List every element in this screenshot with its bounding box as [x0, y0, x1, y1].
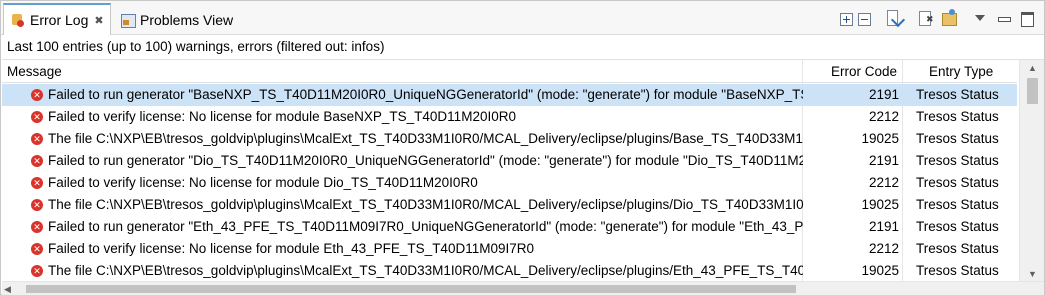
entry-type-cell: Tresos Status	[916, 241, 999, 256]
table-row[interactable]: ✕ Failed to verify license: No license f…	[2, 106, 1017, 128]
view-menu-icon[interactable]	[972, 9, 990, 27]
message-cell: Failed to run generator "BaseNXP_TS_T40D…	[48, 87, 803, 102]
filter-status-text: Last 100 entries (up to 100) warnings, e…	[7, 39, 385, 54]
error-code-cell: 19025	[861, 197, 899, 212]
table-row[interactable]: ✕ Failed to run generator "Eth_43_PFE_TS…	[2, 216, 1017, 238]
message-cell: The file C:\NXP\EB\tresos_goldvip\plugin…	[48, 131, 803, 146]
close-tab-icon[interactable]: ✖	[94, 14, 103, 27]
entry-type-cell: Tresos Status	[916, 131, 999, 146]
error-code-cell: 19025	[861, 263, 899, 278]
entry-type-cell: Tresos Status	[916, 219, 999, 234]
scroll-up-arrow-icon[interactable]: ▲	[1020, 60, 1044, 76]
vertical-scroll-thumb[interactable]	[1027, 78, 1038, 104]
error-code-cell: 2191	[868, 219, 899, 234]
log-table: Message Error Code Entry Type ✕ Failed t…	[2, 59, 1044, 295]
open-log-icon[interactable]	[940, 9, 958, 27]
tab-error-log[interactable]: Error Log ✖	[3, 3, 111, 35]
column-header-message[interactable]: Message	[7, 60, 62, 83]
message-cell: Failed to run generator "Eth_43_PFE_TS_T…	[48, 219, 803, 234]
scroll-left-arrow-icon[interactable]: ◀	[4, 282, 11, 295]
problems-view-icon	[120, 12, 136, 28]
message-cell: Failed to verify license: No license for…	[48, 109, 516, 124]
entry-type-cell: Tresos Status	[916, 109, 999, 124]
view-tab-bar: Error Log ✖ Problems View	[1, 1, 1044, 35]
collapse-all-icon[interactable]	[858, 12, 871, 26]
error-code-cell: 2212	[868, 175, 899, 190]
error-code-cell: 2191	[868, 153, 899, 168]
table-row[interactable]: ✕ Failed to verify license: No license f…	[2, 238, 1017, 260]
vertical-scrollbar[interactable]: ▲ ▼	[1019, 60, 1044, 282]
column-header-error-code[interactable]: Error Code	[804, 60, 901, 83]
message-cell: The file C:\NXP\EB\tresos_goldvip\plugin…	[48, 263, 803, 278]
table-row[interactable]: ✕ The file C:\NXP\EB\tresos_goldvip\plug…	[2, 194, 1017, 216]
tab-problems-view-label: Problems View	[140, 11, 234, 28]
maximize-icon[interactable]	[1018, 9, 1036, 27]
entry-type-cell: Tresos Status	[916, 153, 999, 168]
message-cell: The file C:\NXP\EB\tresos_goldvip\plugin…	[48, 197, 803, 212]
error-log-view: Error Log ✖ Problems View Last 100 entri…	[0, 0, 1045, 295]
horizontal-scrollbar[interactable]: ◀	[2, 281, 1044, 295]
entry-type-cell: Tresos Status	[916, 263, 999, 278]
error-code-cell: 2212	[868, 241, 899, 256]
table-row[interactable]: ✕ Failed to run generator "BaseNXP_TS_T4…	[2, 84, 1017, 106]
scroll-down-arrow-icon[interactable]: ▼	[1020, 266, 1044, 282]
error-log-icon	[10, 12, 26, 28]
minimize-icon[interactable]	[995, 9, 1013, 27]
table-row[interactable]: ✕ The file C:\NXP\EB\tresos_goldvip\plug…	[2, 260, 1017, 282]
clear-log-icon[interactable]	[917, 9, 935, 27]
view-toolbar	[835, 7, 1036, 29]
column-header-entry-type[interactable]: Entry Type	[929, 60, 993, 83]
tab-problems-view[interactable]: Problems View	[114, 4, 239, 35]
message-cell: Failed to verify license: No license for…	[48, 241, 534, 256]
expand-all-icon[interactable]	[840, 12, 853, 26]
message-cell: Failed to verify license: No license for…	[48, 175, 478, 190]
horizontal-scroll-thumb[interactable]	[26, 285, 796, 293]
entry-type-cell: Tresos Status	[916, 87, 999, 102]
error-code-cell: 2212	[868, 109, 899, 124]
table-header: Message Error Code Entry Type	[2, 60, 1017, 83]
error-code-cell: 19025	[861, 131, 899, 146]
message-cell: Failed to run generator "Dio_TS_T40D11M2…	[48, 153, 803, 168]
table-row[interactable]: ✕ The file C:\NXP\EB\tresos_goldvip\plug…	[2, 128, 1017, 150]
entry-type-cell: Tresos Status	[916, 175, 999, 190]
table-row[interactable]: ✕ Failed to run generator "Dio_TS_T40D11…	[2, 150, 1017, 172]
entry-type-cell: Tresos Status	[916, 197, 999, 212]
export-log-icon[interactable]	[885, 9, 903, 27]
tab-error-log-label: Error Log	[30, 12, 89, 28]
table-row[interactable]: ✕ Failed to verify license: No license f…	[2, 172, 1017, 194]
error-code-cell: 2191	[868, 87, 899, 102]
table-body: ✕ Failed to run generator "BaseNXP_TS_T4…	[2, 84, 1017, 282]
